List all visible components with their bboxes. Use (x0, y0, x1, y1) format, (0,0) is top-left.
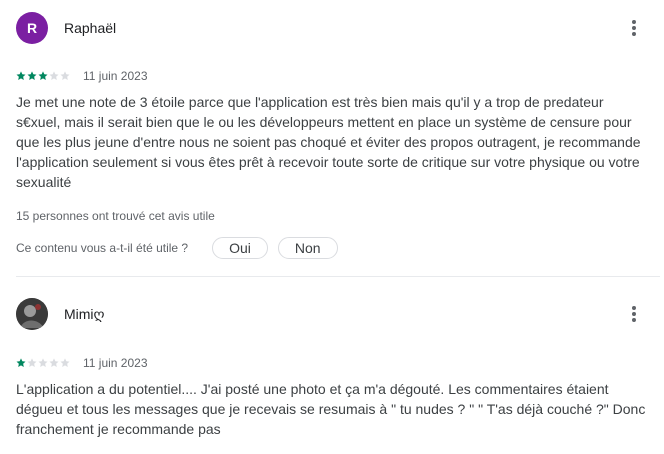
avatar: R (16, 12, 48, 44)
star-rating (16, 358, 71, 368)
review-header: Mimiღ (16, 298, 105, 330)
star-filled-icon (27, 71, 37, 80)
divider (16, 276, 660, 277)
review-header: R Raphaël (16, 12, 116, 44)
star-filled-icon (16, 71, 26, 80)
helpful-count: 15 personnes ont trouvé cet avis utile (16, 209, 215, 223)
review-text: Je met une note de 3 étoile parce que l'… (16, 94, 641, 190)
more-options-icon[interactable] (622, 16, 646, 40)
star-empty-icon (60, 71, 70, 80)
author-name: Raphaël (64, 20, 117, 36)
no-button[interactable]: Non (277, 237, 338, 259)
yes-button[interactable]: Oui (212, 237, 268, 259)
star-empty-icon (49, 358, 59, 367)
review-date: 11 juin 2023 (83, 69, 148, 83)
rating-row: 11 juin 2023 (16, 356, 148, 370)
star-filled-icon (16, 358, 26, 367)
feedback-question: Ce contenu vous a-t-il été utile ? (16, 241, 189, 255)
star-filled-icon (38, 71, 48, 80)
more-options-icon[interactable] (622, 302, 646, 326)
star-empty-icon (49, 71, 59, 80)
author-name: Mimiღ (64, 305, 105, 322)
star-empty-icon (38, 358, 48, 367)
star-empty-icon (60, 358, 70, 367)
helpful-feedback: Ce contenu vous a-t-il été utile ? Oui N… (16, 236, 348, 260)
star-rating (16, 71, 71, 81)
rating-row: 11 juin 2023 (16, 69, 148, 83)
review-text: L'application a du potentiel.... J'ai po… (16, 381, 646, 437)
review-date: 11 juin 2023 (83, 356, 148, 370)
star-empty-icon (27, 358, 37, 367)
avatar-photo-icon (16, 298, 48, 330)
avatar (16, 298, 48, 330)
